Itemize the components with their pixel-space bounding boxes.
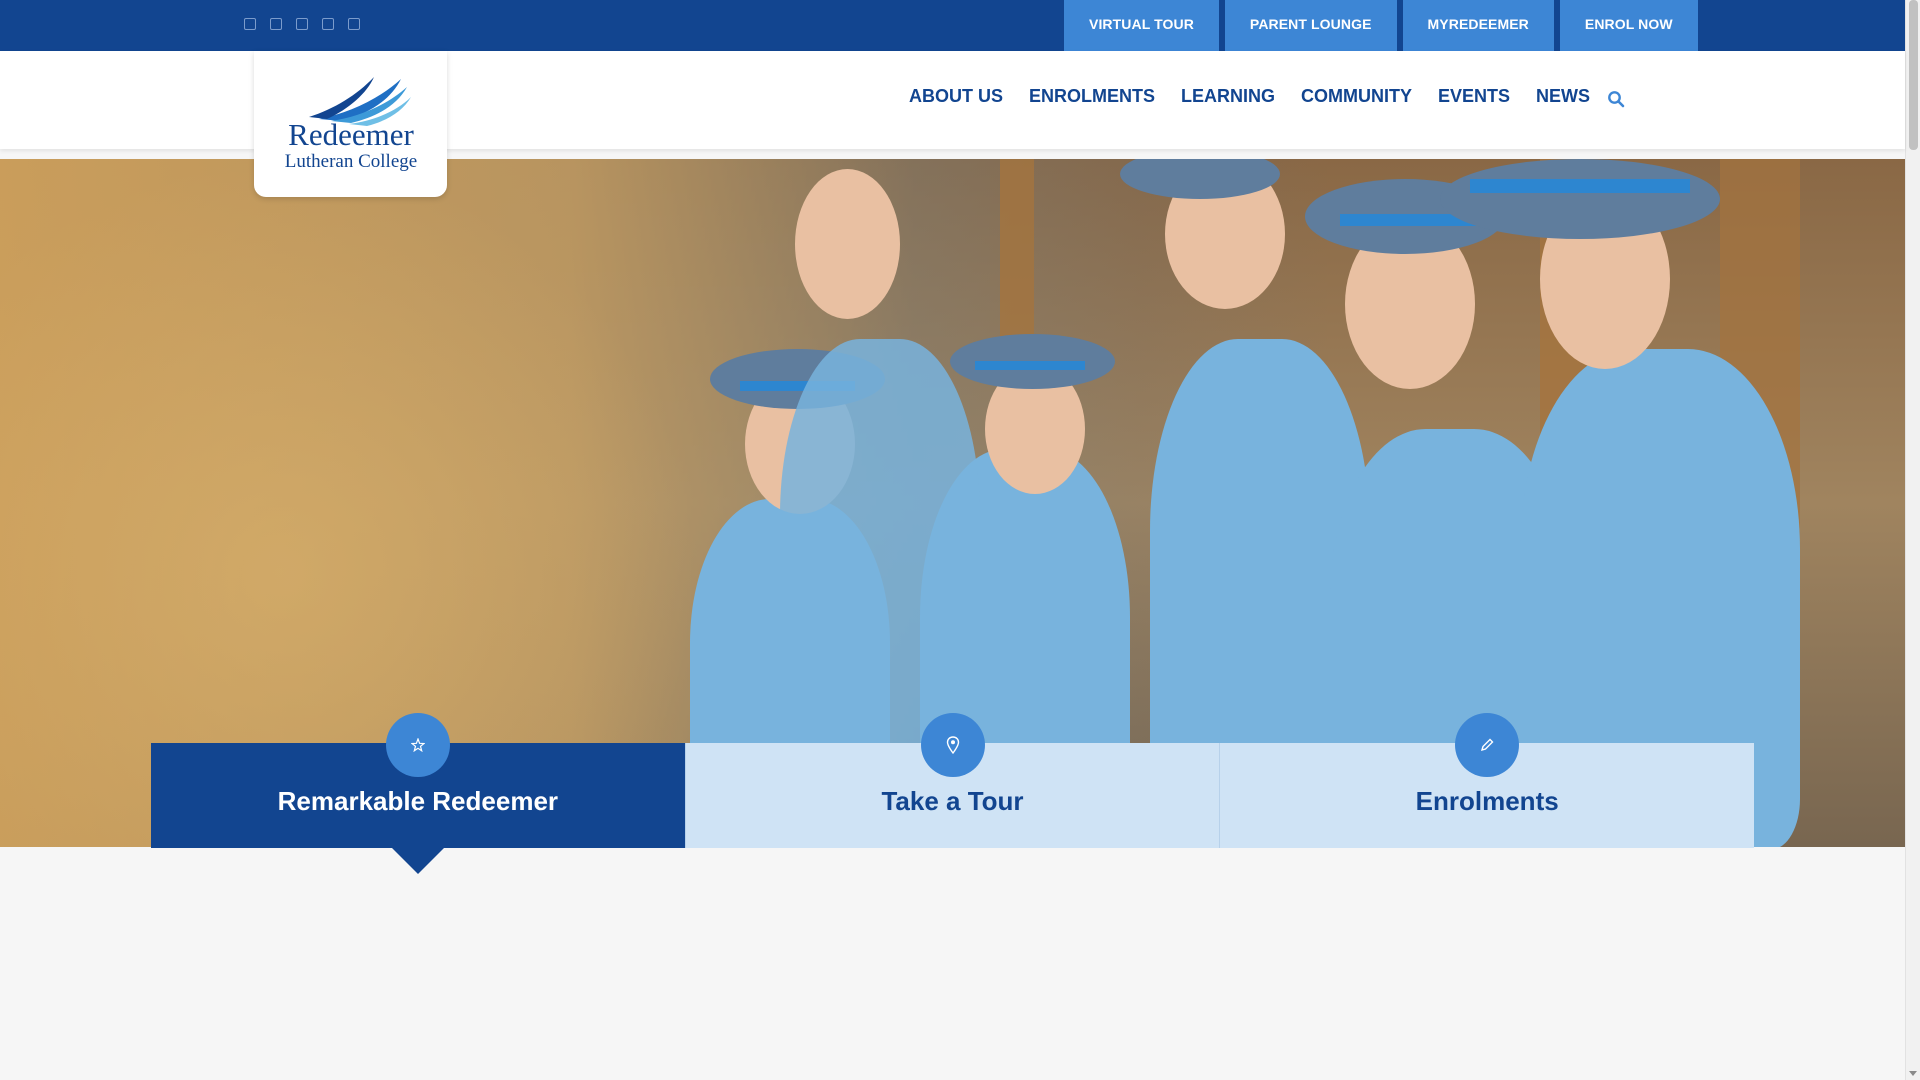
quick-links: VIRTUAL TOUR PARENT LOUNGE MYREDEEMER EN… bbox=[1064, 0, 1698, 51]
feature-enrolments[interactable]: Enrolments bbox=[1219, 713, 1755, 848]
scrollbar-thumb[interactable] bbox=[1909, 0, 1918, 150]
myredeemer-button[interactable]: MYREDEEMER bbox=[1402, 0, 1554, 51]
nav-news[interactable]: NEWS bbox=[1523, 86, 1603, 107]
map-marker-icon bbox=[920, 713, 985, 777]
page-scrollbar[interactable] bbox=[1905, 0, 1920, 1080]
main-nav: ABOUT US ENROLMENTS LEARNING COMMUNITY E… bbox=[896, 86, 1625, 107]
top-bar: VIRTUAL TOUR PARENT LOUNGE MYREDEEMER EN… bbox=[0, 0, 1905, 51]
pencil-icon bbox=[1455, 713, 1520, 777]
feature-label: Remarkable Redeemer bbox=[277, 786, 559, 816]
nav-events[interactable]: EVENTS bbox=[1425, 86, 1523, 107]
facebook-icon[interactable] bbox=[244, 18, 256, 30]
star-icon bbox=[385, 713, 450, 777]
feature-label: Take a Tour bbox=[881, 786, 1024, 816]
nav-enrolments[interactable]: ENROLMENTS bbox=[1016, 86, 1168, 107]
instagram-icon[interactable] bbox=[296, 18, 308, 30]
scroll-down-arrow-icon[interactable] bbox=[1909, 1071, 1917, 1076]
active-tab-pointer bbox=[391, 848, 444, 874]
enrol-now-button[interactable]: ENROL NOW bbox=[1559, 0, 1698, 51]
virtual-tour-button[interactable]: VIRTUAL TOUR bbox=[1064, 0, 1219, 51]
nav-about-us[interactable]: ABOUT US bbox=[896, 86, 1016, 107]
feature-label: Enrolments bbox=[1415, 786, 1559, 816]
social-links bbox=[244, 18, 360, 30]
linkedin-icon[interactable] bbox=[348, 18, 360, 30]
feature-tabs: Remarkable Redeemer Take a Tour Enrolmen… bbox=[151, 713, 1755, 874]
twitter-icon[interactable] bbox=[270, 18, 282, 30]
feature-remarkable-redeemer[interactable]: Remarkable Redeemer bbox=[151, 713, 685, 874]
parent-lounge-button[interactable]: PARENT LOUNGE bbox=[1224, 0, 1397, 51]
nav-community[interactable]: COMMUNITY bbox=[1288, 86, 1425, 107]
feature-take-a-tour[interactable]: Take a Tour bbox=[684, 713, 1220, 848]
search-icon[interactable] bbox=[1607, 90, 1625, 108]
logo-name: Redeemer bbox=[288, 117, 414, 152]
nav-learning[interactable]: LEARNING bbox=[1168, 86, 1288, 107]
logo[interactable]: Redeemer Lutheran College bbox=[254, 51, 447, 197]
logo-subtitle: Lutheran College bbox=[284, 151, 418, 172]
youtube-icon[interactable] bbox=[322, 18, 334, 30]
